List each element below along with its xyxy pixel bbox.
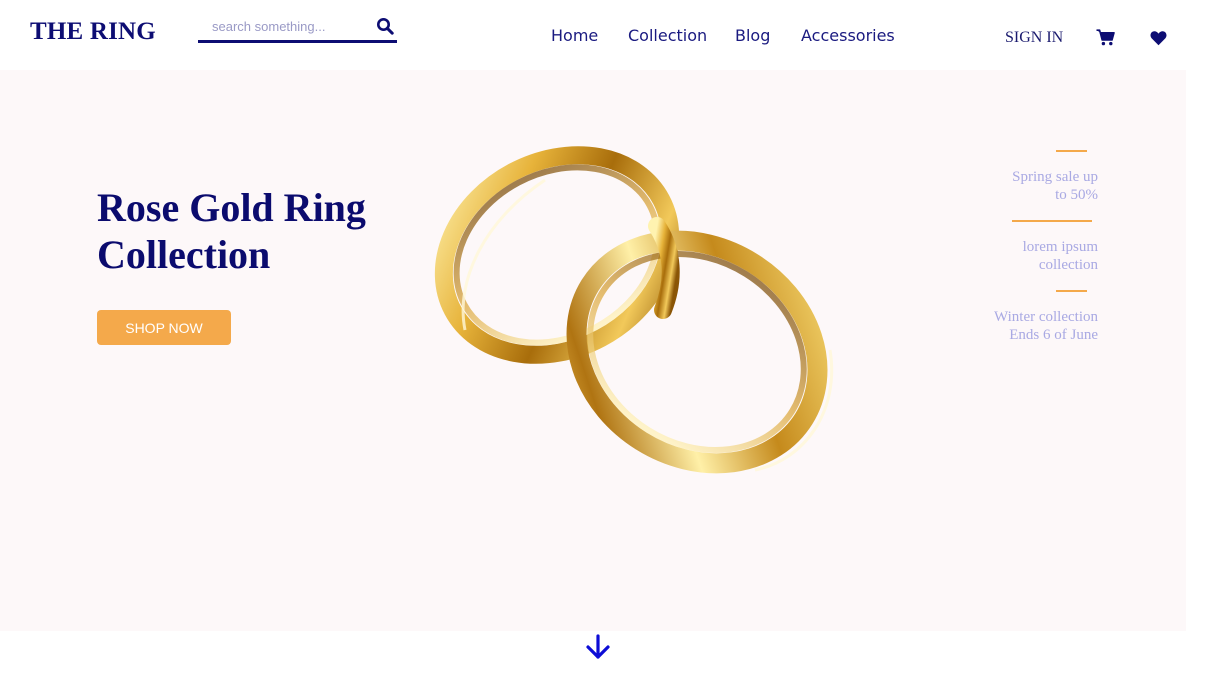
search-icon[interactable] bbox=[376, 17, 394, 35]
cart-icon[interactable] bbox=[1096, 29, 1115, 46]
heart-icon[interactable] bbox=[1150, 30, 1167, 46]
hero-section: Rose Gold Ring Collection SHOP NOW Sprin… bbox=[0, 70, 1186, 631]
site-header: THE RING Home Collection Blog Accessorie… bbox=[0, 0, 1210, 70]
search-input[interactable] bbox=[212, 15, 362, 37]
promo-line-2: collection bbox=[1038, 257, 1098, 273]
promo-divider bbox=[1056, 150, 1087, 152]
promo-winter-collection: Winter collection Ends 6 of June bbox=[948, 308, 1098, 344]
promo-line-1: Spring sale up bbox=[1012, 169, 1098, 185]
nav-collection[interactable]: Collection bbox=[628, 26, 707, 45]
shop-now-button[interactable]: SHOP NOW bbox=[97, 310, 231, 345]
search-bar bbox=[198, 12, 397, 43]
promo-line-1: lorem ipsum bbox=[1022, 239, 1098, 255]
promo-divider bbox=[1056, 290, 1087, 292]
rings-image bbox=[434, 146, 834, 474]
nav-blog[interactable]: Blog bbox=[735, 26, 770, 45]
promo-divider bbox=[1012, 220, 1092, 222]
logo[interactable]: THE RING bbox=[30, 18, 156, 46]
promo-line-1: Winter collection bbox=[994, 309, 1098, 325]
arrow-down-icon[interactable] bbox=[584, 633, 612, 661]
promo-line-2: Ends 6 of June bbox=[1009, 327, 1098, 343]
nav-accessories[interactable]: Accessories bbox=[801, 26, 895, 45]
promo-spring-sale: Spring sale up to 50% bbox=[948, 168, 1098, 204]
hero-title: Rose Gold Ring Collection bbox=[97, 185, 366, 277]
promo-collection: lorem ipsum collection bbox=[948, 238, 1098, 274]
promo-line-2: to 50% bbox=[1055, 187, 1098, 203]
sign-in-link[interactable]: SIGN IN bbox=[1005, 29, 1063, 47]
nav-home[interactable]: Home bbox=[551, 26, 598, 45]
